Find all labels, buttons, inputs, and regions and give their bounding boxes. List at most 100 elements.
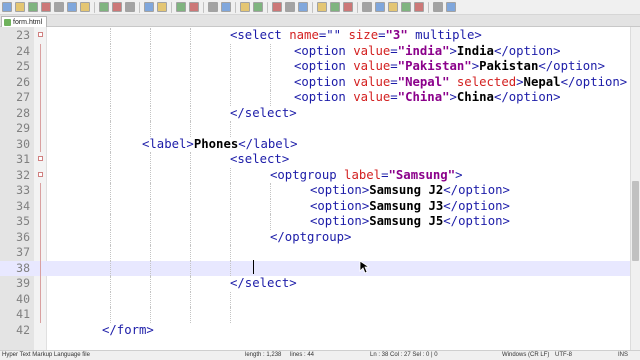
code-line[interactable]: 29 [0,121,630,137]
fold-toggle-icon[interactable] [38,32,43,37]
token-txt: Samsung J5 [369,214,444,228]
copy-icon[interactable] [112,2,122,12]
tab-label: form.html [13,18,43,26]
token-tag: <option [294,59,354,73]
indent-guide [190,74,191,90]
current-line[interactable]: 38 [0,260,630,276]
new-file-icon[interactable] [2,2,12,12]
function-list-icon[interactable] [343,2,353,12]
play-macro-icon[interactable] [414,2,424,12]
code-line[interactable]: 37 [0,245,630,261]
token-txt: China [456,90,494,104]
undo-icon[interactable] [144,2,154,12]
save-all-icon[interactable] [41,2,51,12]
indent-guide [190,276,191,292]
token-tag: > [455,167,463,182]
vertical-scrollbar[interactable] [630,27,640,350]
replace-icon[interactable] [189,2,199,12]
indent-guide [190,105,191,121]
zoom-in-icon[interactable] [208,2,218,12]
code-line[interactable]: 32 <optgroup label="Samsung"> [0,167,630,183]
token-tag: = [378,28,386,42]
close-all-icon[interactable] [67,2,77,12]
find-icon[interactable] [176,2,186,12]
code-editor[interactable]: 23 <select name="" size="3" multiple> 24 <o… [0,27,630,350]
indent-guide-icon[interactable] [298,2,308,12]
token-val: "Pakistan" [397,59,472,73]
fold-line [40,183,41,199]
indent-guide [150,59,151,75]
print-icon[interactable] [80,2,90,12]
close-icon[interactable] [54,2,64,12]
doc-map-icon[interactable] [330,2,340,12]
code-line[interactable]: 34 <option>Samsung J3</option> [0,198,630,214]
code-line[interactable]: 24 <option value="india">India</option> [0,43,630,59]
tab-form-html[interactable]: form.html [1,16,47,27]
code-line[interactable]: 25 <option value="Pakistan">Pakistan</opt… [0,59,630,75]
token-txt: Pakistan [479,59,539,73]
line-number: 34 [16,198,30,213]
show-all-chars-icon[interactable] [285,2,295,12]
scrollbar-thumb[interactable] [632,181,639,261]
indent-guide [230,90,231,106]
fold-toggle-icon[interactable] [38,171,43,177]
token-tag: </optgroup> [270,229,352,244]
code-text: <select name="" size="3" multiple> [230,28,482,44]
folder-workspace-icon[interactable] [362,2,372,12]
cut-icon[interactable] [99,2,109,12]
token-tag: </option> [443,214,510,228]
line-number: 36 [16,229,30,244]
code-line[interactable]: 31 <select> [0,152,630,168]
code-line[interactable]: 23 <select name="" size="3" multiple> [0,28,630,44]
toolbar-separator [312,1,313,13]
code-line[interactable]: 36 </optgroup> [0,229,630,245]
run-macro-multiple-icon[interactable] [433,2,443,12]
code-line[interactable]: 39 </select> [0,276,630,292]
code-line[interactable]: 35 <option>Samsung J5</option> [0,214,630,230]
fold-toggle-icon[interactable] [38,156,43,161]
line-number: 30 [16,136,30,151]
zoom-out-icon[interactable] [221,2,231,12]
code-line[interactable]: 40 [0,291,630,307]
token-tag: > [471,59,480,73]
user-lang-icon[interactable] [317,2,327,12]
indent-guide [230,307,231,323]
indent-guide [110,229,111,245]
code-line[interactable]: 42 </form> [0,323,630,339]
toolbar-separator [267,1,268,13]
toolbar [0,0,640,15]
sync-horizontal-icon[interactable] [253,2,263,12]
word-wrap-icon[interactable] [272,2,282,12]
token-attr: name [289,28,319,42]
token-tag: </option> [443,183,510,197]
stop-macro-icon[interactable] [401,2,411,12]
code-line[interactable]: 30 <label>Phones</label> [0,136,630,152]
toolbar-separator [428,1,429,13]
line-number: 35 [16,214,30,228]
save-icon[interactable] [28,2,38,12]
indent-guide [190,245,191,261]
indent-guide [190,43,191,59]
monitoring-icon[interactable] [375,2,385,12]
line-number: 42 [16,322,30,337]
indent-guide [110,152,111,168]
code-line[interactable]: 41 [0,307,630,323]
code-line[interactable]: 26 <option value="Nepal" selected>Nepal</… [0,74,630,90]
paste-icon[interactable] [125,2,135,12]
fold-line [40,136,41,152]
save-macro-icon[interactable] [446,2,456,12]
open-file-icon[interactable] [15,2,25,12]
mouse-pointer-icon [359,260,369,274]
redo-icon[interactable] [157,2,167,12]
status-lines: lines : 44 [290,352,315,358]
code-line[interactable]: 28 </select> [0,105,630,121]
code-line[interactable]: 27 <option value="China">China</option> [0,90,630,106]
fold-line [40,307,41,323]
sync-vertical-icon[interactable] [240,2,250,12]
token-tag: <option [294,90,354,104]
code-line[interactable]: 33 <option>Samsung J2</option> [0,183,630,199]
token-tag: </option> [493,43,561,58]
record-macro-icon[interactable] [388,2,398,12]
indent-guide [190,229,191,245]
indent-guide [150,121,151,137]
